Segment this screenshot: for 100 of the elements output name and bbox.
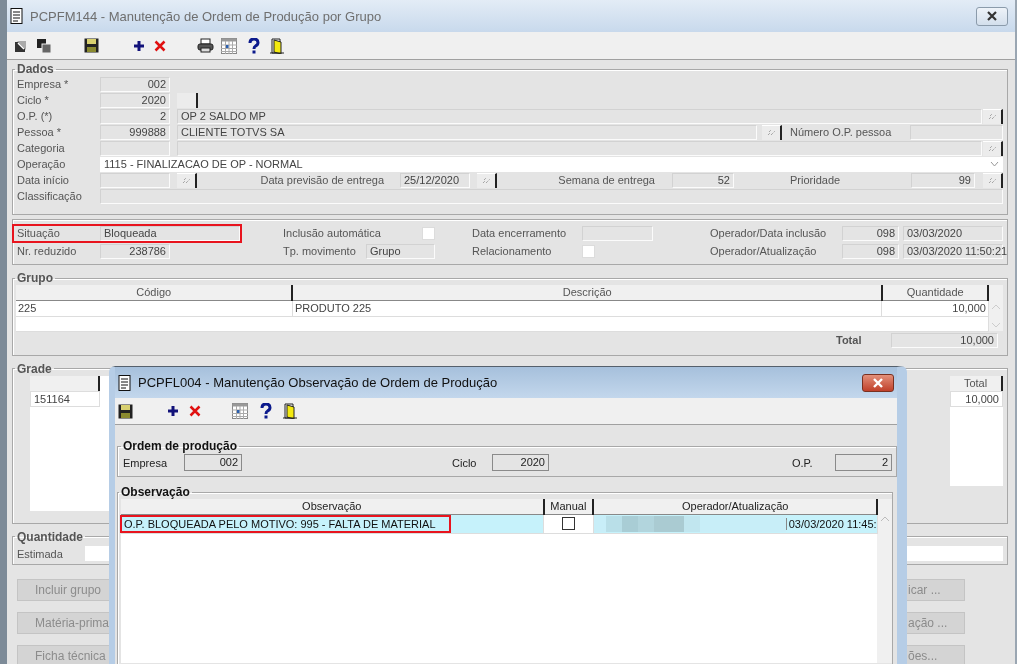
field-label: Tp. movimento [283,245,357,257]
close-icon [872,377,884,388]
input-field[interactable]: Grupo [366,243,435,259]
plus-icon[interactable] [133,39,145,52]
input-field[interactable]: 10,000 [891,332,998,348]
dropdown-value: 1115 - FINALIZACAO DE OP - NORMAL [104,157,303,171]
field-label: Prioridade [789,174,842,186]
group-title: Ordem de produção [122,439,239,453]
close-button[interactable] [862,373,894,392]
group-title: Observação [120,485,191,499]
lookup-button[interactable] [477,172,497,188]
table-cell: 151164 [30,390,100,407]
field-label: Situação [17,227,61,239]
exit-door-icon[interactable] [269,37,285,54]
dots-icon [987,113,997,120]
column-header[interactable]: Descrição [292,285,882,300]
delete-icon[interactable] [154,39,166,52]
input-field[interactable]: 2020 [492,454,549,471]
field-label: Empresa [123,456,169,469]
input-field[interactable]: 999888 [100,124,170,140]
plus-icon[interactable] [167,405,179,417]
field-label: Empresa * [17,78,70,90]
lookup-button[interactable] [983,140,1003,156]
dots-icon [987,145,997,152]
field-label: O.P. (*) [17,110,54,122]
field-label: Relacionamento [472,245,553,257]
input-field[interactable] [910,124,1003,140]
field-label: Operador/Data inclusão [710,227,828,239]
help-icon[interactable] [248,37,260,54]
column-header[interactable]: Manual [543,499,594,514]
lookup-button[interactable] [983,108,1003,124]
input-field[interactable]: 238786 [100,243,170,259]
lookup-button[interactable] [983,172,1003,188]
calendar-icon[interactable] [232,403,248,419]
close-button[interactable] [976,6,1008,26]
field-label: Inclusão automática [283,227,382,239]
field-label: Data início [17,174,70,186]
input-field[interactable]: OP 2 SALDO MP [177,108,982,124]
highlighted-text: O.P. BLOQUEADA PELO MOTIVO: 995 - FALTA DE MATERIAL [120,514,451,533]
input-field[interactable]: 2020 [100,92,170,108]
input-field[interactable] [100,140,170,156]
input-field[interactable] [100,188,1003,204]
group-title: Quantidade [16,529,84,544]
field-label: Nr. reduzido [17,245,78,257]
field-label: Data previsão de entrega [259,174,385,186]
group-title: Grade [16,361,53,376]
lookup-button[interactable] [177,172,197,188]
column-header[interactable] [30,375,100,391]
field-label: Ciclo * [17,94,50,106]
table-cell: 10,000 [950,390,1003,407]
window-title: PCPFM144 - Manutenção de Ordem de Produção por Grupo [30,8,382,24]
dots-icon [987,177,997,184]
dropdown-field[interactable]: 1115 - FINALIZACAO DE OP - NORMAL [100,156,1003,172]
close-icon [986,11,998,21]
field-label: Categoria [17,142,66,154]
small-button[interactable] [177,92,198,108]
field-label: Classificação [17,190,83,202]
windows-icon[interactable] [36,37,52,54]
input-field[interactable] [582,225,653,241]
field-label: Operador/Atualização [710,245,818,257]
input-field[interactable]: 002 [100,76,170,92]
input-field[interactable]: 2 [100,108,170,124]
input-field[interactable]: 002 [184,454,242,471]
save-icon[interactable] [118,403,133,419]
delete-icon[interactable] [189,405,201,417]
column-header[interactable]: Total [950,375,1003,391]
document-icon [118,374,132,391]
pointer-icon[interactable] [14,38,28,53]
checkbox[interactable] [561,517,575,530]
input-field[interactable]: 52 [672,172,734,188]
field-label: Operação [17,158,67,170]
lookup-button[interactable] [762,124,782,140]
total-label: Total [836,334,863,346]
save-icon[interactable] [84,38,99,53]
column-header[interactable]: Quantidade [882,285,989,300]
column-header[interactable]: Observação [121,499,544,514]
field-label: Estimada [17,547,64,560]
group-title: Dados [16,62,55,76]
group-title: Grupo [16,271,54,285]
field-label: O.P. [792,456,814,469]
dots-icon [181,177,191,184]
input-field[interactable]: Bloqueada [100,225,240,241]
calendar-icon[interactable] [221,37,237,54]
document-icon [10,8,24,24]
printer-icon[interactable] [197,38,214,53]
column-header[interactable]: Operador/Atualização [593,499,878,514]
input-field[interactable]: CLIENTE TOTVS SA [177,124,757,140]
input-field[interactable] [177,140,982,156]
help-icon[interactable] [260,403,272,419]
field-label: Ciclo [452,456,478,469]
field-label: Semana de entrega [557,174,656,186]
column-header[interactable]: Código [16,285,293,300]
input-field[interactable]: 03/03/2020 [903,225,1003,241]
input-field[interactable]: 098 [842,225,899,241]
input-field[interactable]: 99 [911,172,975,188]
input-field[interactable] [100,172,170,188]
input-field[interactable]: 2 [835,454,892,471]
input-field[interactable]: 25/12/2020 [400,172,470,188]
input-field[interactable]: 098 [842,243,899,259]
exit-door-icon[interactable] [282,403,298,419]
